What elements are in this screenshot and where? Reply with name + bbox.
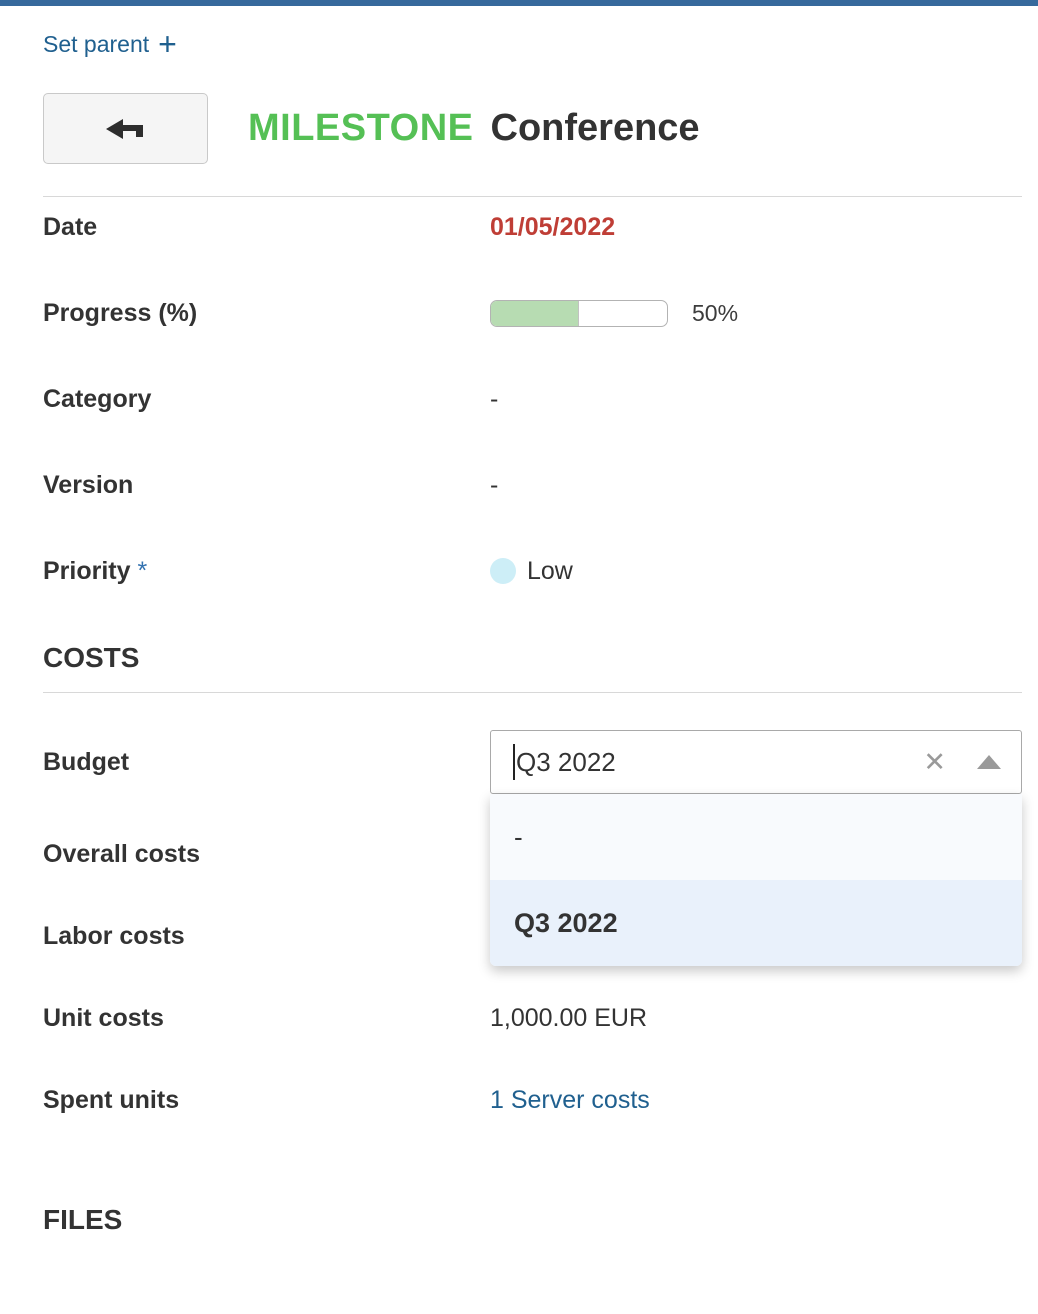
chevron-up-icon[interactable] (977, 755, 1001, 769)
priority-dot-icon (490, 558, 516, 584)
priority-value-text: Low (527, 557, 573, 586)
back-button[interactable] (43, 93, 208, 164)
overall-costs-label: Overall costs (43, 840, 490, 869)
set-parent-label: Set parent (43, 31, 149, 58)
plus-icon: + (158, 32, 177, 56)
page-title: MILESTONE Conference (248, 107, 700, 150)
field-row-priority: Priority* Low (43, 554, 1022, 588)
category-value[interactable]: - (490, 385, 498, 414)
budget-input-value: Q3 2022 (516, 747, 923, 778)
field-row-category: Category - (43, 382, 1022, 416)
progress-label: Progress (%) (43, 299, 490, 328)
work-package-detail: Set parent + MILESTONE Conference Date 0… (0, 6, 1038, 1237)
progress-value[interactable]: 50% (490, 300, 738, 327)
budget-combobox: Q3 2022 ✕ - Q3 2022 (490, 730, 1022, 794)
budget-option-empty[interactable]: - (490, 794, 1022, 880)
attributes-group: Date 01/05/2022 Progress (%) 50% Categor… (43, 210, 1022, 588)
priority-label-text: Priority (43, 557, 131, 585)
text-cursor (513, 744, 515, 780)
field-row-unit-costs: Unit costs 1,000.00 EUR (43, 1001, 1022, 1035)
progress-percent-text: 50% (692, 300, 738, 327)
field-row-date: Date 01/05/2022 (43, 210, 1022, 244)
unit-costs-value: 1,000.00 EUR (490, 1004, 647, 1033)
progress-bar (490, 300, 668, 327)
budget-label: Budget (43, 748, 490, 777)
version-value[interactable]: - (490, 471, 498, 500)
spent-units-label: Spent units (43, 1086, 490, 1115)
files-section-heading: FILES (43, 1203, 1022, 1237)
set-parent-link[interactable]: Set parent + (43, 31, 177, 58)
header-divider (43, 196, 1022, 197)
labor-costs-label: Labor costs (43, 922, 490, 951)
priority-value[interactable]: Low (490, 557, 573, 586)
budget-dropdown-menu: - Q3 2022 (490, 794, 1022, 966)
costs-divider (43, 692, 1022, 693)
unit-costs-label: Unit costs (43, 1004, 490, 1033)
priority-label: Priority* (43, 557, 490, 586)
work-package-subject[interactable]: Conference (491, 107, 700, 150)
field-row-spent-units: Spent units 1 Server costs (43, 1083, 1022, 1117)
budget-option-q3-2022[interactable]: Q3 2022 (490, 880, 1022, 966)
costs-section-heading: COSTS (43, 641, 1022, 675)
field-row-budget: Budget Q3 2022 ✕ - Q3 2022 (43, 730, 1022, 794)
clear-icon[interactable]: ✕ (923, 749, 946, 776)
budget-combobox-input[interactable]: Q3 2022 ✕ (490, 730, 1022, 794)
version-label: Version (43, 471, 490, 500)
date-value[interactable]: 01/05/2022 (490, 213, 615, 242)
back-arrow-icon (106, 116, 146, 142)
field-row-progress: Progress (%) 50% (43, 296, 1022, 330)
work-package-type: MILESTONE (248, 107, 474, 150)
category-label: Category (43, 385, 490, 414)
required-asterisk: * (138, 557, 148, 585)
spent-units-link[interactable]: 1 Server costs (490, 1086, 650, 1115)
field-row-version: Version - (43, 468, 1022, 502)
date-label: Date (43, 213, 490, 242)
progress-fill (491, 301, 579, 326)
header: MILESTONE Conference (43, 93, 1022, 164)
